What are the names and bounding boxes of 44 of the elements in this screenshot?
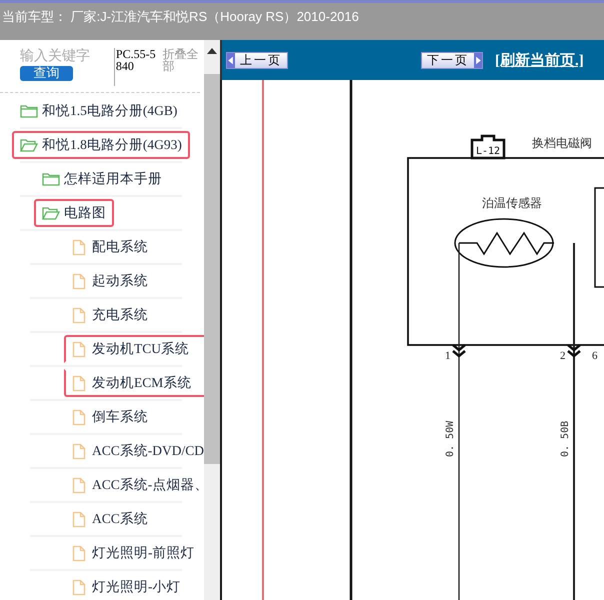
tree-item[interactable]: ACC系统-点烟器、 <box>64 471 204 499</box>
pin-arrow-icon <box>452 344 466 358</box>
search-button[interactable]: 查询 <box>20 66 73 81</box>
file-icon <box>72 476 86 494</box>
pin-arrow-icon <box>566 344 582 358</box>
tree-item[interactable]: 电路图 <box>34 199 114 227</box>
file-icon <box>72 306 86 324</box>
tree-item[interactable]: 充电系统 <box>64 301 204 329</box>
file-icon <box>72 510 86 528</box>
scrollbar[interactable] <box>204 40 220 600</box>
tree-item[interactable]: 怎样适用本手册 <box>34 165 170 193</box>
vehicle-model-text: 当前车型： 厂家:J-江淮汽车和悦RS（Hooray RS）2010-2016 <box>1 8 359 26</box>
file-icon <box>72 272 86 290</box>
tree-item[interactable]: 灯光照明-小灯 <box>64 573 204 600</box>
tree-item[interactable]: 灯光照明-前照灯 <box>64 539 204 567</box>
previous-page-button[interactable]: 上一页 <box>226 52 288 68</box>
wire-spec-label: 0. 50W <box>445 420 456 457</box>
tree-item[interactable]: ACC系统 <box>64 505 204 533</box>
pin-number: 1 <box>445 350 450 362</box>
scroll-thumb[interactable] <box>204 74 220 464</box>
connector-tab-icon <box>470 134 506 160</box>
tree-item[interactable]: 起动系统 <box>64 267 204 295</box>
file-icon <box>72 374 86 392</box>
file-icon <box>72 408 86 426</box>
scroll-up-icon[interactable] <box>207 48 217 54</box>
file-icon <box>72 238 86 256</box>
component-title: 换档电磁阀 <box>532 136 592 150</box>
connector-label: L-12 <box>476 146 500 157</box>
pin-number: 6 <box>592 350 598 362</box>
code-text: PC.55-5840 <box>114 48 160 86</box>
file-icon <box>72 544 86 562</box>
refresh-page-link[interactable]: [刷新当前页.] <box>495 50 584 70</box>
tree-item[interactable]: 倒车系统 <box>64 403 204 431</box>
tree-item[interactable]: 和悦1.8电路分册(4G93) <box>12 131 190 159</box>
next-page-button[interactable]: 下一页 <box>421 52 483 68</box>
tree-item[interactable]: 和悦1.5电路分册(4GB) <box>12 97 186 125</box>
tree-item[interactable]: 配电系统 <box>64 233 204 261</box>
file-icon <box>72 340 86 358</box>
wire-spec-label: 0. 50B <box>560 420 571 457</box>
file-icon <box>72 578 86 596</box>
pin-number: 2 <box>560 350 566 362</box>
tree-item[interactable]: ACC系统-DVD/CD <box>64 437 204 465</box>
file-icon <box>72 442 86 460</box>
sensor-label: 泊温传感器 <box>482 196 542 210</box>
